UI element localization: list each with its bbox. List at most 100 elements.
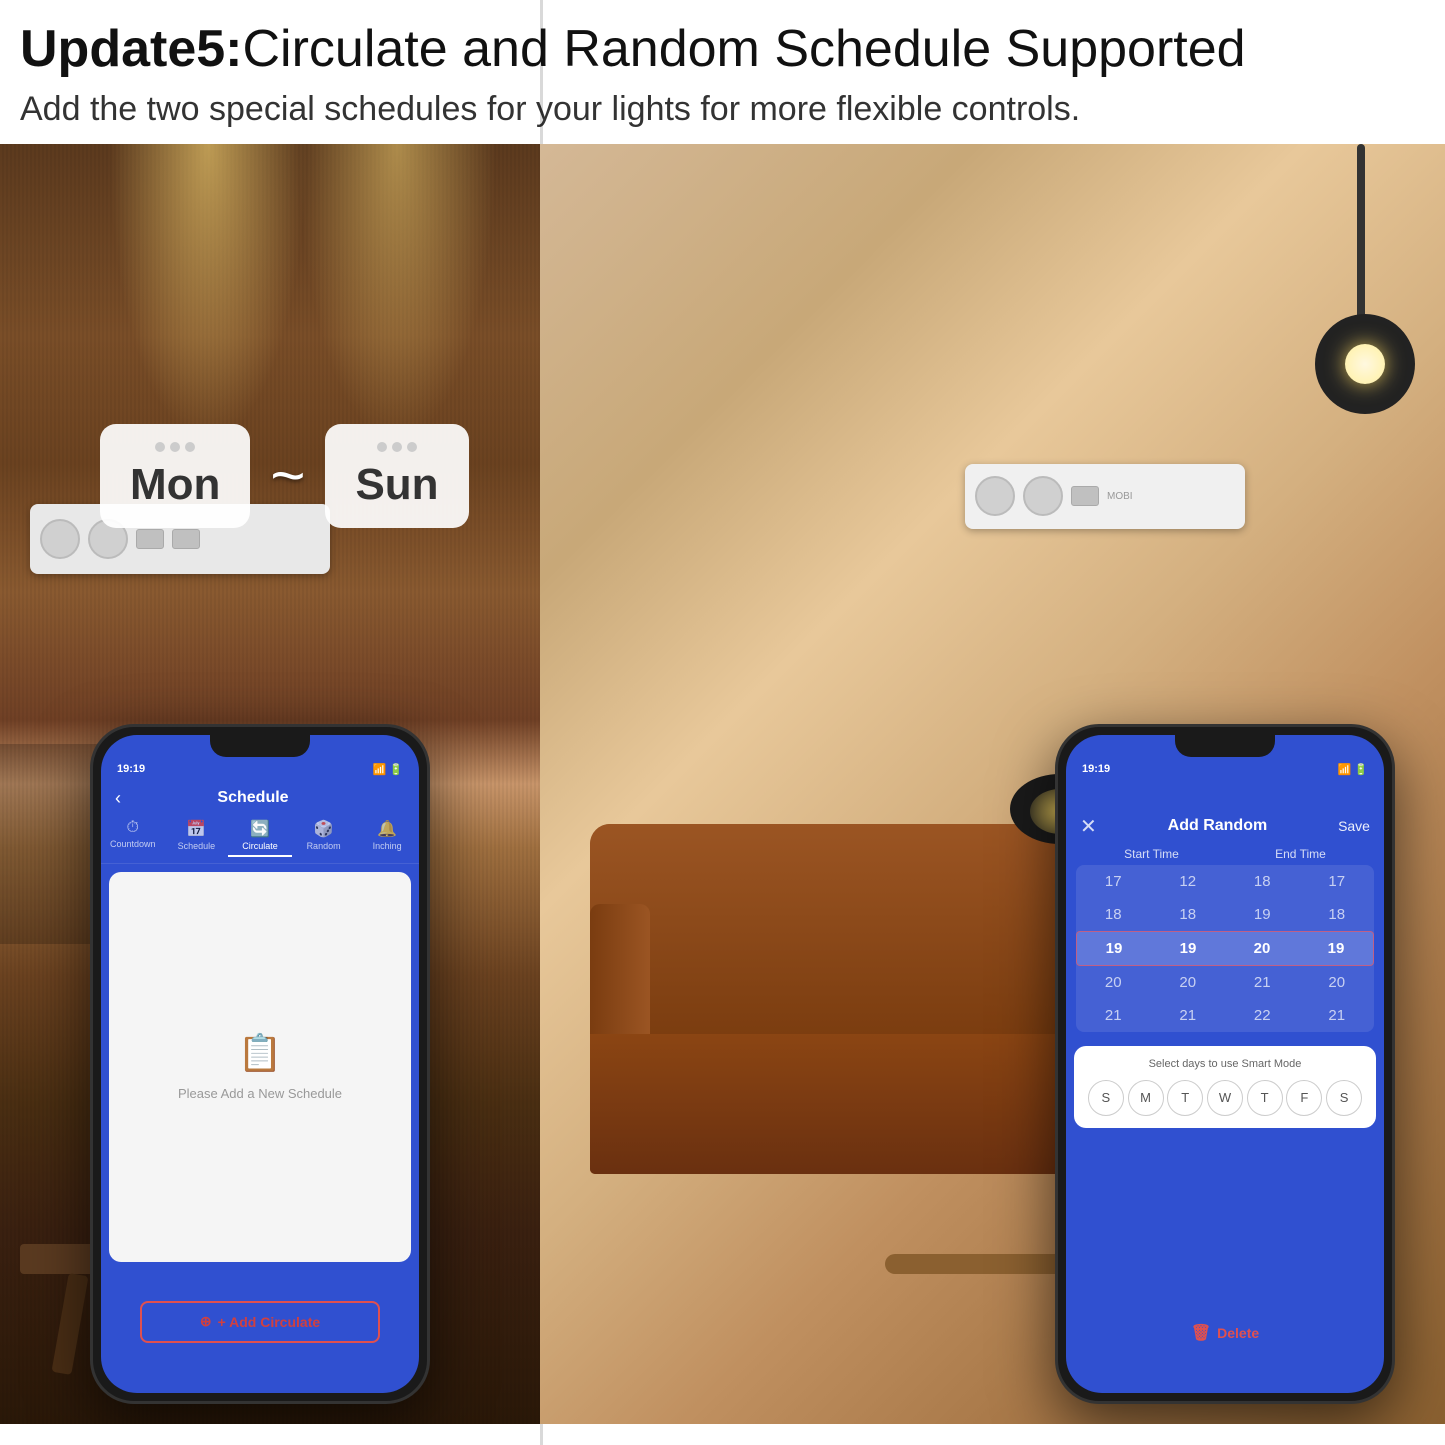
day-thursday[interactable]: T — [1247, 1080, 1283, 1116]
picker-row-5: 21 21 22 21 — [1076, 999, 1374, 1032]
picker-row-1: 17 12 18 17 — [1076, 865, 1374, 898]
day-tuesday[interactable]: T — [1167, 1080, 1203, 1116]
random-header: ✕ Add Random Save — [1066, 782, 1384, 847]
usb-port-2 — [172, 529, 200, 549]
header-title-text: Circulate and Random Schedule Supported — [242, 20, 1245, 78]
picker-row-4: 20 20 21 20 — [1076, 966, 1374, 999]
cal-dot-4 — [377, 442, 387, 452]
tab-countdown-label: Countdown — [110, 839, 156, 849]
picker-row-2: 18 18 19 18 — [1076, 898, 1374, 931]
tab-circulate[interactable]: 🔄 Circulate — [228, 819, 292, 857]
cell-5-3: 22 — [1225, 1003, 1300, 1028]
day-friday[interactable]: F — [1286, 1080, 1322, 1116]
tab-active-underline — [228, 855, 292, 857]
outlet-right-1 — [975, 476, 1015, 516]
cell-5-2: 21 — [1151, 1003, 1226, 1028]
usb-port-1 — [136, 529, 164, 549]
day-sunday[interactable]: S — [1088, 1080, 1124, 1116]
add-circulate-button[interactable]: ⊕ + Add Circulate — [140, 1301, 380, 1343]
tab-countdown[interactable]: ⏱ Countdown — [101, 819, 165, 857]
cell-4-3: 21 — [1225, 970, 1300, 995]
empty-state-text: Please Add a New Schedule — [178, 1086, 342, 1101]
header-subtitle: Add the two special schedules for your l… — [20, 86, 1425, 134]
status-time-right: 19:19 — [1082, 763, 1110, 775]
cell-5-4: 21 — [1300, 1003, 1375, 1028]
end-time-label: End Time — [1275, 847, 1326, 861]
cell-2-3: 19 — [1225, 902, 1300, 927]
day-saturday[interactable]: S — [1326, 1080, 1362, 1116]
tab-schedule[interactable]: 📅 Schedule — [165, 819, 229, 857]
empty-state-icon: 📋 — [238, 1032, 283, 1074]
days-selector: Select days to use Smart Mode S M T W T … — [1074, 1046, 1376, 1128]
days-selector-label: Select days to use Smart Mode — [1086, 1058, 1364, 1070]
back-button[interactable]: ‹ — [115, 788, 121, 809]
cal-dot-6 — [407, 442, 417, 452]
cell-4-2: 20 — [1151, 970, 1226, 995]
panel-right: MOBI 19 — [540, 144, 1445, 1424]
sun-badge: Sun — [325, 424, 468, 528]
random-icon: 🎲 — [314, 819, 334, 839]
add-circulate-label: + Add Circulate — [218, 1314, 321, 1330]
phone-right: 19:19 📶 🔋 ✕ Add Random Save Start Time E… — [1055, 724, 1395, 1404]
time-picker-rows[interactable]: 17 12 18 17 18 18 19 18 19 — [1076, 865, 1374, 1032]
day-monday[interactable]: M — [1128, 1080, 1164, 1116]
sun-badge-text: Sun — [355, 460, 438, 510]
days-row: S M T W T F S — [1086, 1080, 1364, 1116]
header-title-bold: Update5: — [20, 20, 242, 78]
cell-3-4: 19 — [1299, 936, 1373, 961]
app-tabs: ⏱ Countdown 📅 Schedule 🔄 Circulate 🎲 — [101, 815, 419, 864]
lamp-shade — [1315, 314, 1415, 414]
tab-random[interactable]: 🎲 Random — [292, 819, 356, 857]
cell-1-3: 18 — [1225, 869, 1300, 894]
cal-dot-1 — [155, 442, 165, 452]
random-title: Add Random — [1168, 817, 1268, 835]
outlet-1 — [40, 519, 80, 559]
phone-screen-left: 19:19 📶 🔋 ‹ Schedule ⏱ Countdown — [101, 735, 419, 1393]
header-title: Update5:Circulate and Random Schedule Su… — [20, 18, 1425, 80]
random-close-button[interactable]: ✕ — [1080, 814, 1097, 839]
cal-dot-2 — [170, 442, 180, 452]
delete-button[interactable]: 🗑 Delete — [1191, 1323, 1259, 1343]
cell-2-2: 18 — [1151, 902, 1226, 927]
app-title: Schedule — [217, 789, 288, 807]
cell-4-4: 20 — [1300, 970, 1375, 995]
status-time-left: 19:19 — [117, 763, 145, 775]
add-circulate-plus: ⊕ — [200, 1313, 212, 1330]
mon-badge-text: Mon — [130, 460, 220, 510]
status-icons-left: 📶 🔋 — [373, 763, 403, 776]
header: Update5:Circulate and Random Schedule Su… — [0, 0, 1445, 144]
app-content-left: 📋 Please Add a New Schedule — [109, 872, 411, 1262]
cell-3-1: 19 — [1077, 936, 1151, 961]
inching-icon: 🔔 — [377, 819, 397, 839]
cal-dot-3 — [185, 442, 195, 452]
schedule-range-badge: Mon ~ Sun — [100, 424, 469, 528]
coffee-table-right — [885, 1254, 1065, 1274]
phone-notch-left — [210, 735, 310, 757]
cell-1-1: 17 — [1076, 869, 1151, 894]
random-save-button[interactable]: Save — [1338, 818, 1370, 834]
tab-inching-label: Inching — [373, 841, 402, 851]
tab-inching[interactable]: 🔔 Inching — [355, 819, 419, 857]
cell-2-4: 18 — [1300, 902, 1375, 927]
sun-badge-dots — [377, 442, 417, 452]
cal-dot-5 — [392, 442, 402, 452]
content-area: Mon ~ Sun — [0, 144, 1445, 1424]
cell-1-4: 17 — [1300, 869, 1375, 894]
countdown-icon: ⏱ — [127, 819, 139, 837]
delete-label: Delete — [1217, 1325, 1259, 1341]
mobi-label: MOBI — [1107, 491, 1133, 502]
mon-badge: Mon — [100, 424, 250, 528]
circulate-icon: 🔄 — [250, 819, 270, 839]
cell-1-2: 12 — [1151, 869, 1226, 894]
usb-right-1 — [1071, 486, 1099, 506]
panel-left: Mon ~ Sun — [0, 144, 540, 1424]
schedule-icon: 📅 — [186, 819, 206, 839]
cell-2-1: 18 — [1076, 902, 1151, 927]
phone-screen-right: 19:19 📶 🔋 ✕ Add Random Save Start Time E… — [1066, 735, 1384, 1393]
mon-badge-dots — [155, 442, 195, 452]
tab-schedule-label: Schedule — [178, 841, 216, 851]
range-tilde: ~ — [270, 441, 305, 510]
cell-3-2: 19 — [1151, 936, 1225, 961]
lamp-bulb — [1345, 344, 1385, 384]
day-wednesday[interactable]: W — [1207, 1080, 1243, 1116]
